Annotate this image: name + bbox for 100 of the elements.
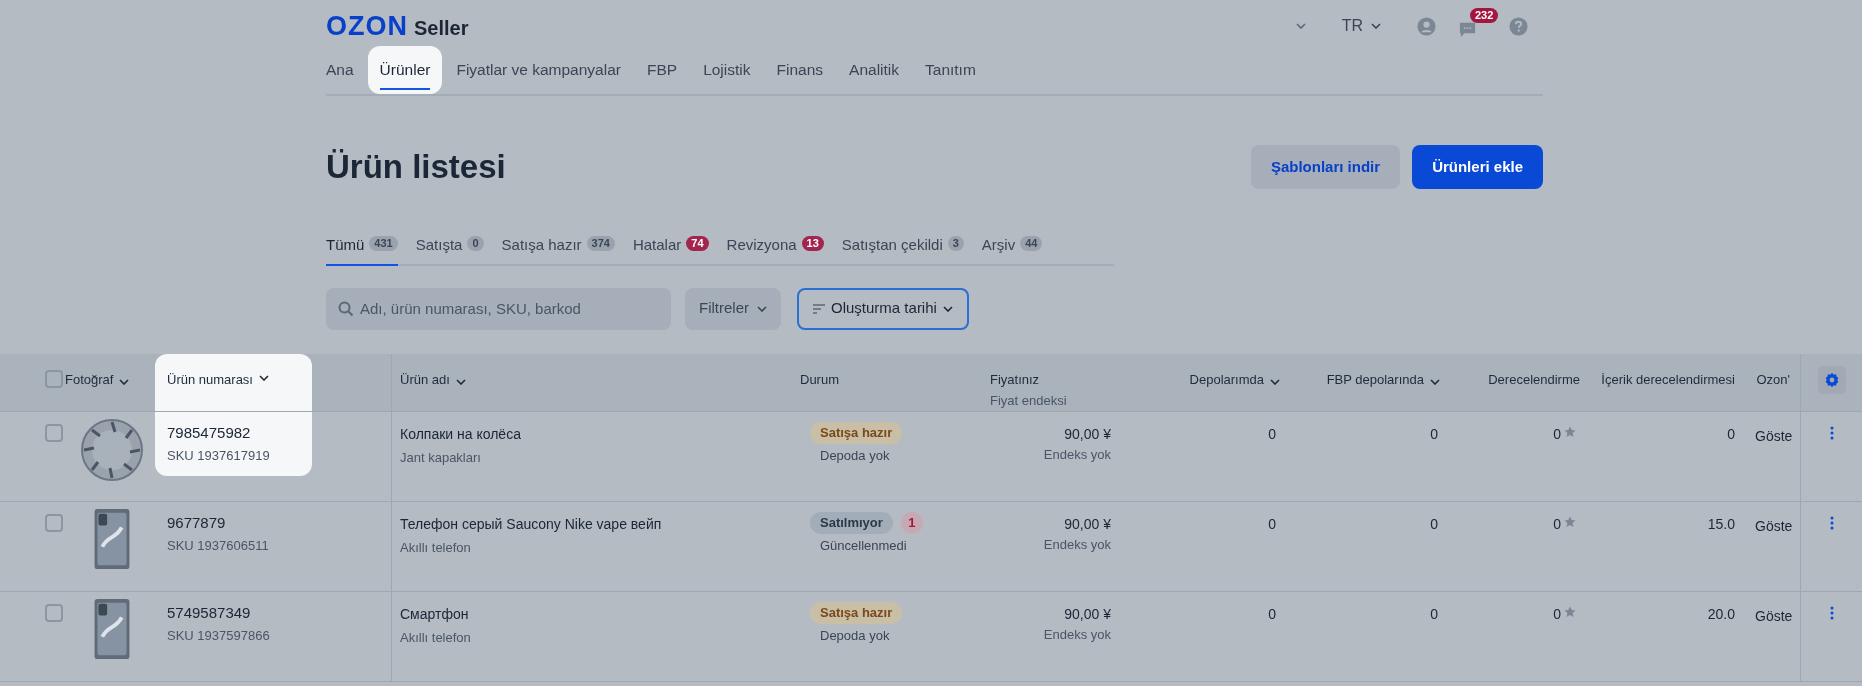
logo-wordmark: OZON	[326, 9, 408, 43]
sort-icon	[813, 303, 825, 314]
nav-tab[interactable]: Fiyatlar ve kampanyalar	[444, 46, 633, 94]
nav-tab[interactable]: Ana	[314, 46, 366, 94]
price: 90,00 ¥	[1064, 514, 1111, 534]
logo-subtitle: Seller	[414, 15, 469, 41]
cell-text: Göste	[1755, 517, 1793, 534]
status-badge: Satılmıyor	[810, 511, 893, 534]
stock-count: 0	[1430, 604, 1438, 624]
content-rating: 15.0	[1707, 514, 1735, 534]
rating-value: 0	[1553, 514, 1561, 534]
count-badge: 374	[586, 235, 615, 251]
status-badge: Satışa hazır	[810, 421, 903, 444]
count-badge: 44	[1020, 235, 1043, 251]
nav-tab[interactable]: Ürünler	[367, 46, 443, 94]
add-products-button[interactable]: Ürünleri ekle	[1412, 144, 1543, 189]
sku-number: SKU 1937597866	[167, 626, 271, 645]
warning-count-badge: 1	[900, 511, 923, 534]
caret-icon	[1295, 23, 1306, 29]
more-options-icon	[1829, 515, 1834, 530]
price-index: Endeks yok	[1043, 535, 1111, 554]
count-badge: 74	[686, 235, 709, 251]
stock-count: 0	[1268, 424, 1276, 444]
sort-button[interactable]: Oluşturma tarihi	[797, 287, 969, 330]
checkbox[interactable]	[45, 369, 63, 388]
star-icon	[1564, 515, 1576, 528]
column-header[interactable]: FBP depolarında	[1326, 369, 1440, 389]
nav-tab[interactable]: Tanıtım	[913, 46, 988, 94]
rating-value: 0	[1553, 604, 1561, 624]
product-category: Akıllı telefon	[400, 538, 472, 557]
star-icon	[1564, 605, 1576, 618]
column-header: Ozon'	[1756, 370, 1790, 389]
column-header[interactable]: Fotoğraf	[65, 369, 130, 389]
nav-tab[interactable]: Analitik	[837, 46, 911, 94]
more-options-icon	[1829, 605, 1834, 620]
count-badge: 431	[369, 235, 398, 251]
rating-value: 0	[1553, 424, 1561, 444]
status-tab[interactable]: Revizyona 13	[726, 225, 824, 266]
caret-icon	[1270, 378, 1280, 385]
caret-icon	[455, 378, 466, 385]
caret-icon	[1430, 378, 1440, 385]
language-selector[interactable]: TR	[1341, 14, 1381, 38]
count-badge: 0	[467, 235, 484, 251]
more-options-icon	[1829, 425, 1834, 440]
caret-icon	[1371, 23, 1381, 29]
cell-text: Göste	[1755, 427, 1793, 444]
status-note: Depoda yok	[819, 626, 891, 645]
column-header: Derecelendirme	[1488, 370, 1580, 389]
caret-icon	[259, 374, 269, 381]
price-index: Endeks yok	[1043, 625, 1111, 644]
price: 90,00 ¥	[1064, 604, 1111, 624]
nav-tab[interactable]: Finans	[764, 46, 836, 94]
product-number: 7985475982	[167, 423, 252, 442]
account-icon[interactable]	[1417, 16, 1436, 36]
status-tab[interactable]: Satışta 0	[415, 225, 484, 266]
count-badge: 3	[947, 235, 964, 251]
status-badge: Satışa hazır	[810, 601, 903, 624]
status-tab[interactable]: Hatalar 74	[632, 225, 709, 266]
product-name: Телефон серый Saucony Nike vape вейп	[400, 514, 663, 534]
product-name: Колпаки на колёса	[400, 424, 522, 444]
status-tab[interactable]: Satıştan çekildi 3	[841, 225, 964, 266]
nav-tab[interactable]: Lojistik	[691, 46, 763, 94]
nav-tab[interactable]: FBP	[634, 46, 690, 94]
checkbox[interactable]	[45, 513, 63, 532]
notification-badge: 232	[1470, 7, 1499, 23]
column-header[interactable]: Ürün adı	[400, 369, 466, 389]
content-rating: 0	[1727, 424, 1735, 444]
product-name: Смартфон	[400, 604, 470, 624]
price: 90,00 ¥	[1064, 424, 1111, 444]
status-note: Depoda yok	[819, 446, 891, 465]
cell-text: Göste	[1755, 607, 1793, 624]
checkbox[interactable]	[45, 423, 63, 442]
status-tab[interactable]: Tümü 431	[326, 225, 398, 266]
download-templates-button[interactable]: Şablonları indir	[1250, 144, 1401, 189]
stock-count: 0	[1430, 514, 1438, 534]
column-header: Durum	[800, 370, 839, 389]
settings-button[interactable]	[1817, 365, 1846, 394]
star-icon	[1564, 425, 1576, 438]
product-number: 9677879	[167, 513, 227, 532]
caret-icon	[119, 378, 130, 385]
search-field[interactable]: Adı, ürün numarası, SKU, barkod	[326, 287, 671, 330]
product-category: Akıllı telefon	[400, 628, 472, 647]
status-tab[interactable]: Arşiv 44	[981, 225, 1043, 266]
checkbox[interactable]	[45, 603, 63, 622]
help-icon[interactable]	[1509, 16, 1528, 36]
stock-count: 0	[1268, 514, 1276, 534]
column-header[interactable]: Ürün numarası	[155, 353, 312, 411]
sku-number: SKU 1937617919	[167, 446, 271, 465]
column-header: İçerik derecelendirmesi	[1601, 370, 1735, 389]
status-tab[interactable]: Satışa hazır 374	[501, 225, 615, 266]
column-header[interactable]: Depolarımda	[1189, 369, 1280, 389]
filters-button[interactable]: Filtreler	[685, 287, 781, 330]
stock-count: 0	[1268, 604, 1276, 624]
caret-icon	[757, 305, 767, 312]
status-note: Güncellenmedi	[819, 536, 908, 555]
search-icon	[338, 300, 354, 317]
page-title: Ürün listesi	[326, 147, 506, 187]
column-header: Fiyatınız	[990, 370, 1040, 389]
content-rating: 20.0	[1707, 604, 1735, 624]
gear-icon	[1823, 371, 1840, 388]
